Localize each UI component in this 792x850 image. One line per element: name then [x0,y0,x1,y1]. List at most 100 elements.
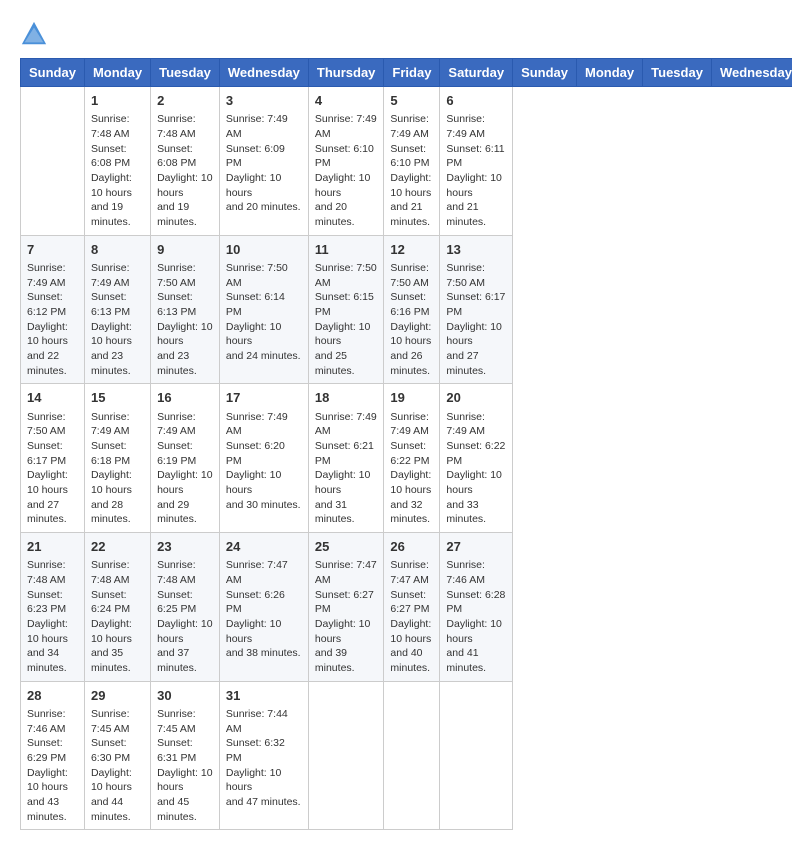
cell-content-line: Sunrise: 7:48 AM [91,558,144,587]
cell-content-line: Daylight: 10 hours [157,766,213,795]
day-number: 14 [27,389,78,407]
cell-content-line: Daylight: 10 hours [315,171,378,200]
day-number: 12 [390,241,433,259]
cell-content-line: Sunset: 6:09 PM [226,142,302,171]
cell-content-line: and 29 minutes. [157,498,213,527]
day-number: 10 [226,241,302,259]
cell-content-line: Sunrise: 7:47 AM [226,558,302,587]
cell-content-line: Daylight: 10 hours [446,468,506,497]
day-number: 3 [226,92,302,110]
calendar-cell: 2Sunrise: 7:48 AMSunset: 6:08 PMDaylight… [151,87,220,236]
cell-content-line: Sunrise: 7:48 AM [91,112,144,141]
cell-content-line: Sunset: 6:23 PM [27,588,78,617]
cell-content-line: and 31 minutes. [315,498,378,527]
cell-content-line: Sunset: 6:20 PM [226,439,302,468]
cell-content-line: Sunrise: 7:47 AM [390,558,433,587]
cell-content-line: Sunrise: 7:49 AM [157,410,213,439]
day-number: 30 [157,687,213,705]
calendar-cell: 22Sunrise: 7:48 AMSunset: 6:24 PMDayligh… [84,533,150,682]
col-header-sunday: Sunday [513,59,577,87]
cell-content-line: Sunset: 6:10 PM [315,142,378,171]
cell-content-line: Sunset: 6:21 PM [315,439,378,468]
cell-content-line: Sunset: 6:13 PM [91,290,144,319]
cell-content-line: and 20 minutes. [315,200,378,229]
day-number: 21 [27,538,78,556]
page-header [20,20,772,48]
cell-content-line: Sunset: 6:13 PM [157,290,213,319]
col-header-tuesday: Tuesday [643,59,712,87]
cell-content-line: and 32 minutes. [390,498,433,527]
calendar-cell: 16Sunrise: 7:49 AMSunset: 6:19 PMDayligh… [151,384,220,533]
calendar-cell: 23Sunrise: 7:48 AMSunset: 6:25 PMDayligh… [151,533,220,682]
calendar-cell: 7Sunrise: 7:49 AMSunset: 6:12 PMDaylight… [21,235,85,384]
calendar-cell: 6Sunrise: 7:49 AMSunset: 6:11 PMDaylight… [440,87,513,236]
cell-content-line: Sunrise: 7:50 AM [27,410,78,439]
day-number: 28 [27,687,78,705]
cell-content-line: Daylight: 10 hours [446,320,506,349]
header-tuesday: Tuesday [151,59,220,87]
cell-content-line: Sunrise: 7:49 AM [390,112,433,141]
cell-content-line: and 40 minutes. [390,646,433,675]
day-number: 27 [446,538,506,556]
cell-content-line: Daylight: 10 hours [390,468,433,497]
day-number: 1 [91,92,144,110]
cell-content-line: Daylight: 10 hours [157,320,213,349]
cell-content-line: Daylight: 10 hours [157,468,213,497]
cell-content-line: Sunset: 6:17 PM [446,290,506,319]
cell-content-line: Daylight: 10 hours [27,468,78,497]
day-number: 23 [157,538,213,556]
cell-content-line: Daylight: 10 hours [315,468,378,497]
cell-content-line: Daylight: 10 hours [91,766,144,795]
cell-content-line: Daylight: 10 hours [27,617,78,646]
cell-content-line: Sunrise: 7:50 AM [315,261,378,290]
cell-content-line: Sunset: 6:26 PM [226,588,302,617]
cell-content-line: Sunset: 6:32 PM [226,736,302,765]
cell-content-line: Sunrise: 7:48 AM [157,558,213,587]
cell-content-line: and 38 minutes. [226,646,302,661]
cell-content-line: Sunrise: 7:45 AM [91,707,144,736]
day-number: 18 [315,389,378,407]
calendar-cell: 26Sunrise: 7:47 AMSunset: 6:27 PMDayligh… [384,533,440,682]
cell-content-line: Sunrise: 7:46 AM [446,558,506,587]
cell-content-line: Sunset: 6:27 PM [390,588,433,617]
day-number: 6 [446,92,506,110]
cell-content-line: and 47 minutes. [226,795,302,810]
cell-content-line: and 41 minutes. [446,646,506,675]
cell-content-line: Sunset: 6:28 PM [446,588,506,617]
cell-content-line: Sunset: 6:29 PM [27,736,78,765]
cell-content-line: and 19 minutes. [91,200,144,229]
cell-content-line: Sunrise: 7:49 AM [91,261,144,290]
day-number: 16 [157,389,213,407]
cell-content-line: Sunset: 6:16 PM [390,290,433,319]
cell-content-line: Sunrise: 7:46 AM [27,707,78,736]
cell-content-line: Sunrise: 7:50 AM [446,261,506,290]
cell-content-line: Sunset: 6:22 PM [446,439,506,468]
cell-content-line: and 24 minutes. [226,349,302,364]
logo [20,20,52,48]
header-saturday: Saturday [440,59,513,87]
day-number: 29 [91,687,144,705]
cell-content-line: Sunset: 6:11 PM [446,142,506,171]
header-sunday: Sunday [21,59,85,87]
logo-icon [20,20,48,48]
cell-content-line: and 27 minutes. [27,498,78,527]
day-number: 4 [315,92,378,110]
calendar-cell: 4Sunrise: 7:49 AMSunset: 6:10 PMDaylight… [308,87,384,236]
calendar-cell: 27Sunrise: 7:46 AMSunset: 6:28 PMDayligh… [440,533,513,682]
cell-content-line: and 39 minutes. [315,646,378,675]
day-number: 7 [27,241,78,259]
cell-content-line: Sunrise: 7:49 AM [27,261,78,290]
calendar-cell: 19Sunrise: 7:49 AMSunset: 6:22 PMDayligh… [384,384,440,533]
cell-content-line: Sunset: 6:08 PM [157,142,213,171]
day-number: 13 [446,241,506,259]
cell-content-line: and 22 minutes. [27,349,78,378]
cell-content-line: Sunrise: 7:45 AM [157,707,213,736]
cell-content-line: Sunset: 6:24 PM [91,588,144,617]
calendar-cell: 15Sunrise: 7:49 AMSunset: 6:18 PMDayligh… [84,384,150,533]
cell-content-line: Daylight: 10 hours [446,171,506,200]
cell-content-line: Sunrise: 7:50 AM [390,261,433,290]
day-number: 19 [390,389,433,407]
cell-content-line: Daylight: 10 hours [390,617,433,646]
cell-content-line: and 25 minutes. [315,349,378,378]
calendar-cell [308,681,384,830]
